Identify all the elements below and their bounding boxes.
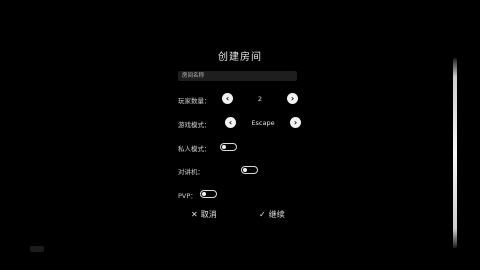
toggle-knob [243,168,247,172]
game-mode-prev-button[interactable]: ‹ [225,117,236,128]
game-mode-label: 游戏模式： [178,121,211,129]
player-count-value: 2 [257,95,263,103]
continue-button[interactable]: ✓ 继续 [259,209,285,220]
private-mode-label: 私人模式： [178,145,211,153]
game-mode-value: Escape [251,119,275,127]
continue-label: 继续 [268,210,285,219]
room-name-input[interactable] [178,71,297,81]
game-screen: 创建房间 玩家数量： ‹ 2 › 游戏模式： ‹ Escape › 私人模式： … [0,0,480,270]
scrollbar-thumb[interactable] [453,58,457,248]
walkie-talkie-label: 对讲机： [178,168,204,176]
toggle-knob [202,192,206,196]
close-icon: ✕ [191,210,198,219]
chevron-left-icon: ‹ [225,94,230,103]
chevron-right-icon: › [290,94,295,103]
corner-logo [30,246,44,252]
game-mode-next-button[interactable]: › [290,117,301,128]
check-icon: ✓ [259,210,266,219]
chevron-left-icon: ‹ [228,118,233,127]
vignette-overlay [0,0,480,270]
cancel-label: 取消 [200,210,217,219]
walkie-talkie-toggle[interactable] [241,166,258,174]
pvp-label: PVP： [178,192,197,200]
dialog-title: 创建房间 [218,52,262,63]
cancel-button[interactable]: ✕ 取消 [191,209,217,220]
toggle-knob [222,145,226,149]
player-count-next-button[interactable]: › [287,93,298,104]
pvp-toggle[interactable] [200,190,217,198]
private-mode-toggle[interactable] [220,143,237,151]
scrollbar[interactable] [453,58,457,248]
player-count-label: 玩家数量： [178,97,211,105]
chevron-right-icon: › [293,118,298,127]
player-count-prev-button[interactable]: ‹ [222,93,233,104]
